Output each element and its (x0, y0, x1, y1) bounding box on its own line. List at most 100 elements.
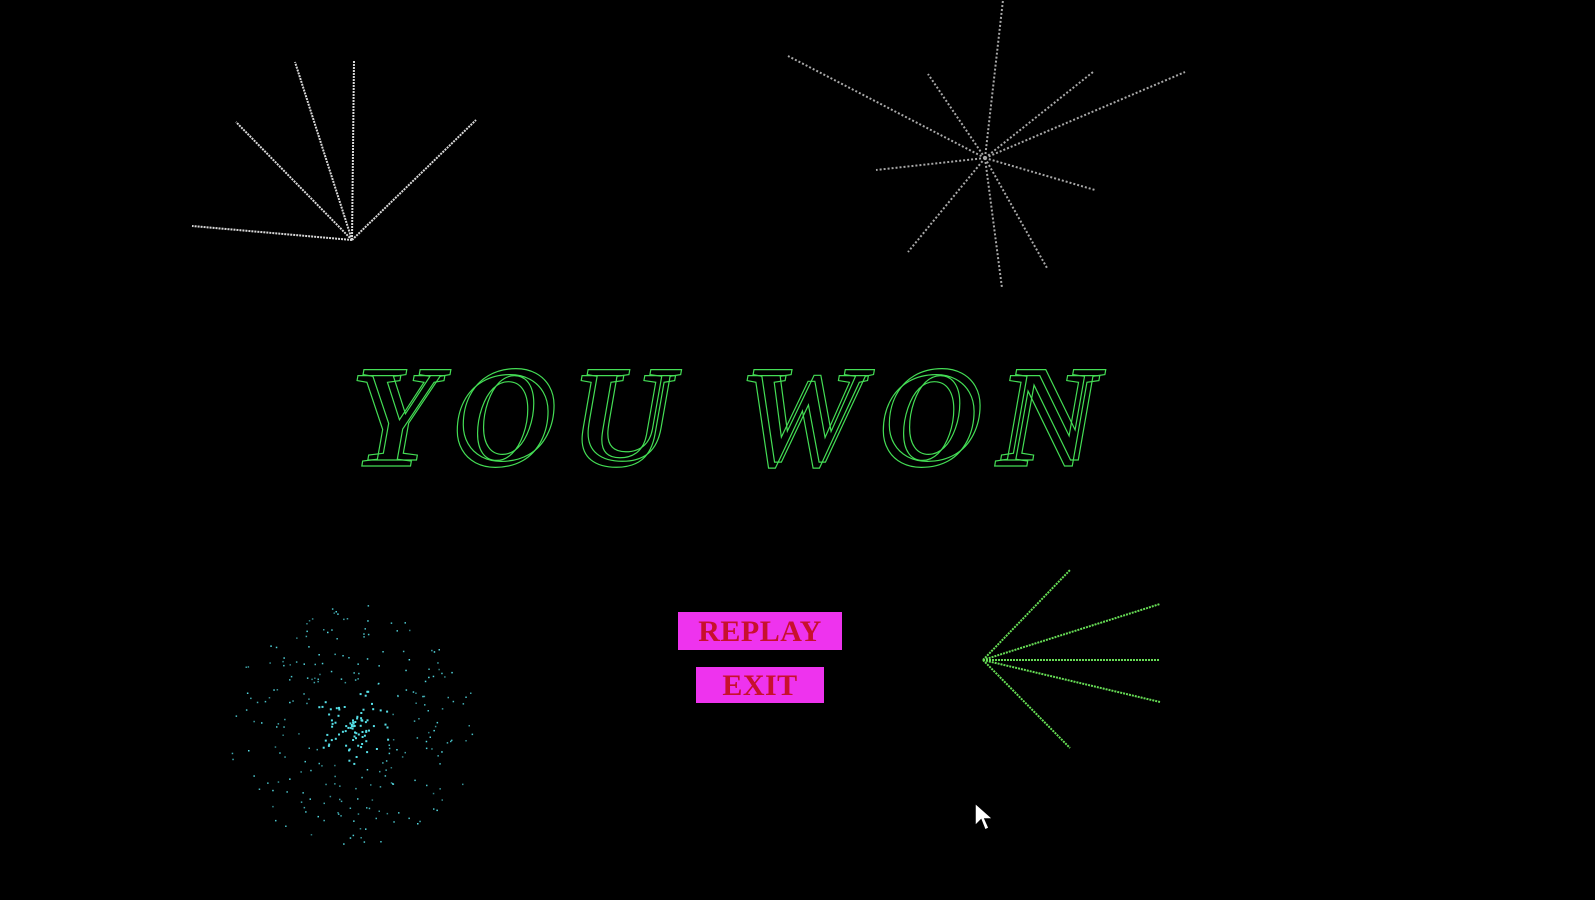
firework-particle (311, 678, 313, 681)
firework-particle (392, 739, 395, 741)
firework-particle (357, 663, 359, 665)
firework-particle (338, 733, 340, 736)
firework-particle (256, 701, 259, 704)
firework-particle (334, 783, 336, 785)
firework-ray (982, 603, 1161, 661)
firework-particle (353, 672, 355, 674)
firework-particle (408, 817, 410, 820)
firework-particle (354, 721, 357, 723)
firework-particle (329, 795, 332, 798)
firework-particle (353, 762, 356, 765)
firework-particle (306, 630, 308, 633)
firework-particle (246, 692, 249, 694)
firework-particle (441, 672, 443, 675)
firework-particle (447, 696, 449, 699)
firework-particle (397, 694, 399, 697)
firework-particle (360, 746, 363, 749)
firework-particle (272, 805, 274, 808)
firework-particle (308, 620, 311, 622)
firework-particle (441, 751, 443, 753)
firework-particle (318, 762, 320, 765)
firework-particle (284, 718, 286, 721)
firework-particle (357, 744, 360, 747)
firework-particle (366, 658, 369, 660)
firework-particle (296, 637, 298, 639)
firework-ray (875, 157, 986, 171)
firework-particle (285, 825, 287, 827)
firework-particle (418, 718, 420, 720)
firework-particle (386, 812, 389, 815)
firework-particle (318, 654, 320, 656)
firework-particle (328, 713, 331, 716)
firework-burst-top-right (787, 0, 1186, 289)
exit-button[interactable]: EXIT (696, 667, 824, 703)
firework-particle (290, 675, 293, 678)
firework-particle (270, 645, 272, 647)
firework-particle (356, 715, 359, 718)
firework-particle (365, 740, 368, 743)
firework-particle (409, 629, 411, 632)
firework-particle (428, 676, 430, 679)
firework-particle (413, 720, 416, 722)
replay-button[interactable]: REPLAY (678, 612, 842, 650)
firework-particle (327, 631, 329, 634)
firework-particle (357, 733, 360, 736)
firework-particle (310, 769, 312, 772)
firework-particle (367, 633, 370, 636)
firework-particle (357, 678, 359, 680)
firework-particle (268, 697, 271, 699)
firework-particle (361, 719, 364, 722)
firework-particle (465, 696, 467, 698)
firework-particle (380, 841, 382, 843)
firework-particle (276, 726, 278, 728)
firework-particle (382, 762, 384, 764)
firework-particle (345, 744, 348, 747)
firework-particle (438, 649, 440, 651)
firework-particle (309, 798, 311, 800)
firework-particle (436, 809, 438, 812)
firework-particle (317, 815, 319, 818)
firework-particle (247, 666, 250, 668)
firework-particle (385, 769, 387, 771)
firework-particle (446, 742, 449, 744)
firework-particle (348, 749, 350, 752)
firework-particle (359, 693, 362, 696)
firework-particle (340, 800, 343, 803)
firework-particle (437, 662, 439, 664)
firework-particle (245, 666, 247, 668)
firework-particle (349, 807, 352, 809)
firework-burst-top-left (191, 59, 477, 241)
firework-particle (366, 719, 369, 722)
firework-particle (364, 628, 366, 630)
firework-particle (286, 791, 288, 793)
firework-particle (396, 749, 398, 751)
firework-particle (323, 802, 325, 805)
firework-particle (253, 720, 255, 723)
firework-particle (321, 765, 323, 767)
firework-particle (337, 813, 340, 815)
firework-particle (384, 723, 387, 726)
firework-particle (439, 788, 441, 790)
firework-particle (384, 775, 387, 777)
firework-particle (352, 739, 355, 741)
firework-particle (322, 746, 325, 749)
firework-particle (274, 746, 277, 748)
firework-particle (386, 726, 389, 729)
firework-ray (982, 659, 1071, 749)
firework-particle (441, 708, 444, 710)
firework-particle (318, 706, 321, 709)
firework-ray (351, 119, 477, 241)
firework-particle (434, 725, 437, 728)
firework-particle (314, 677, 316, 679)
firework-particle (317, 678, 319, 680)
firework-particle (289, 679, 291, 681)
firework-particle (323, 819, 325, 822)
firework-particle (451, 739, 453, 742)
firework-particle (365, 730, 368, 733)
firework-particle (388, 747, 391, 750)
firework-particle (346, 618, 349, 620)
firework-particle (331, 722, 334, 725)
firework-particle (313, 681, 316, 684)
firework-particle (425, 740, 428, 743)
firework-particle (423, 695, 426, 698)
